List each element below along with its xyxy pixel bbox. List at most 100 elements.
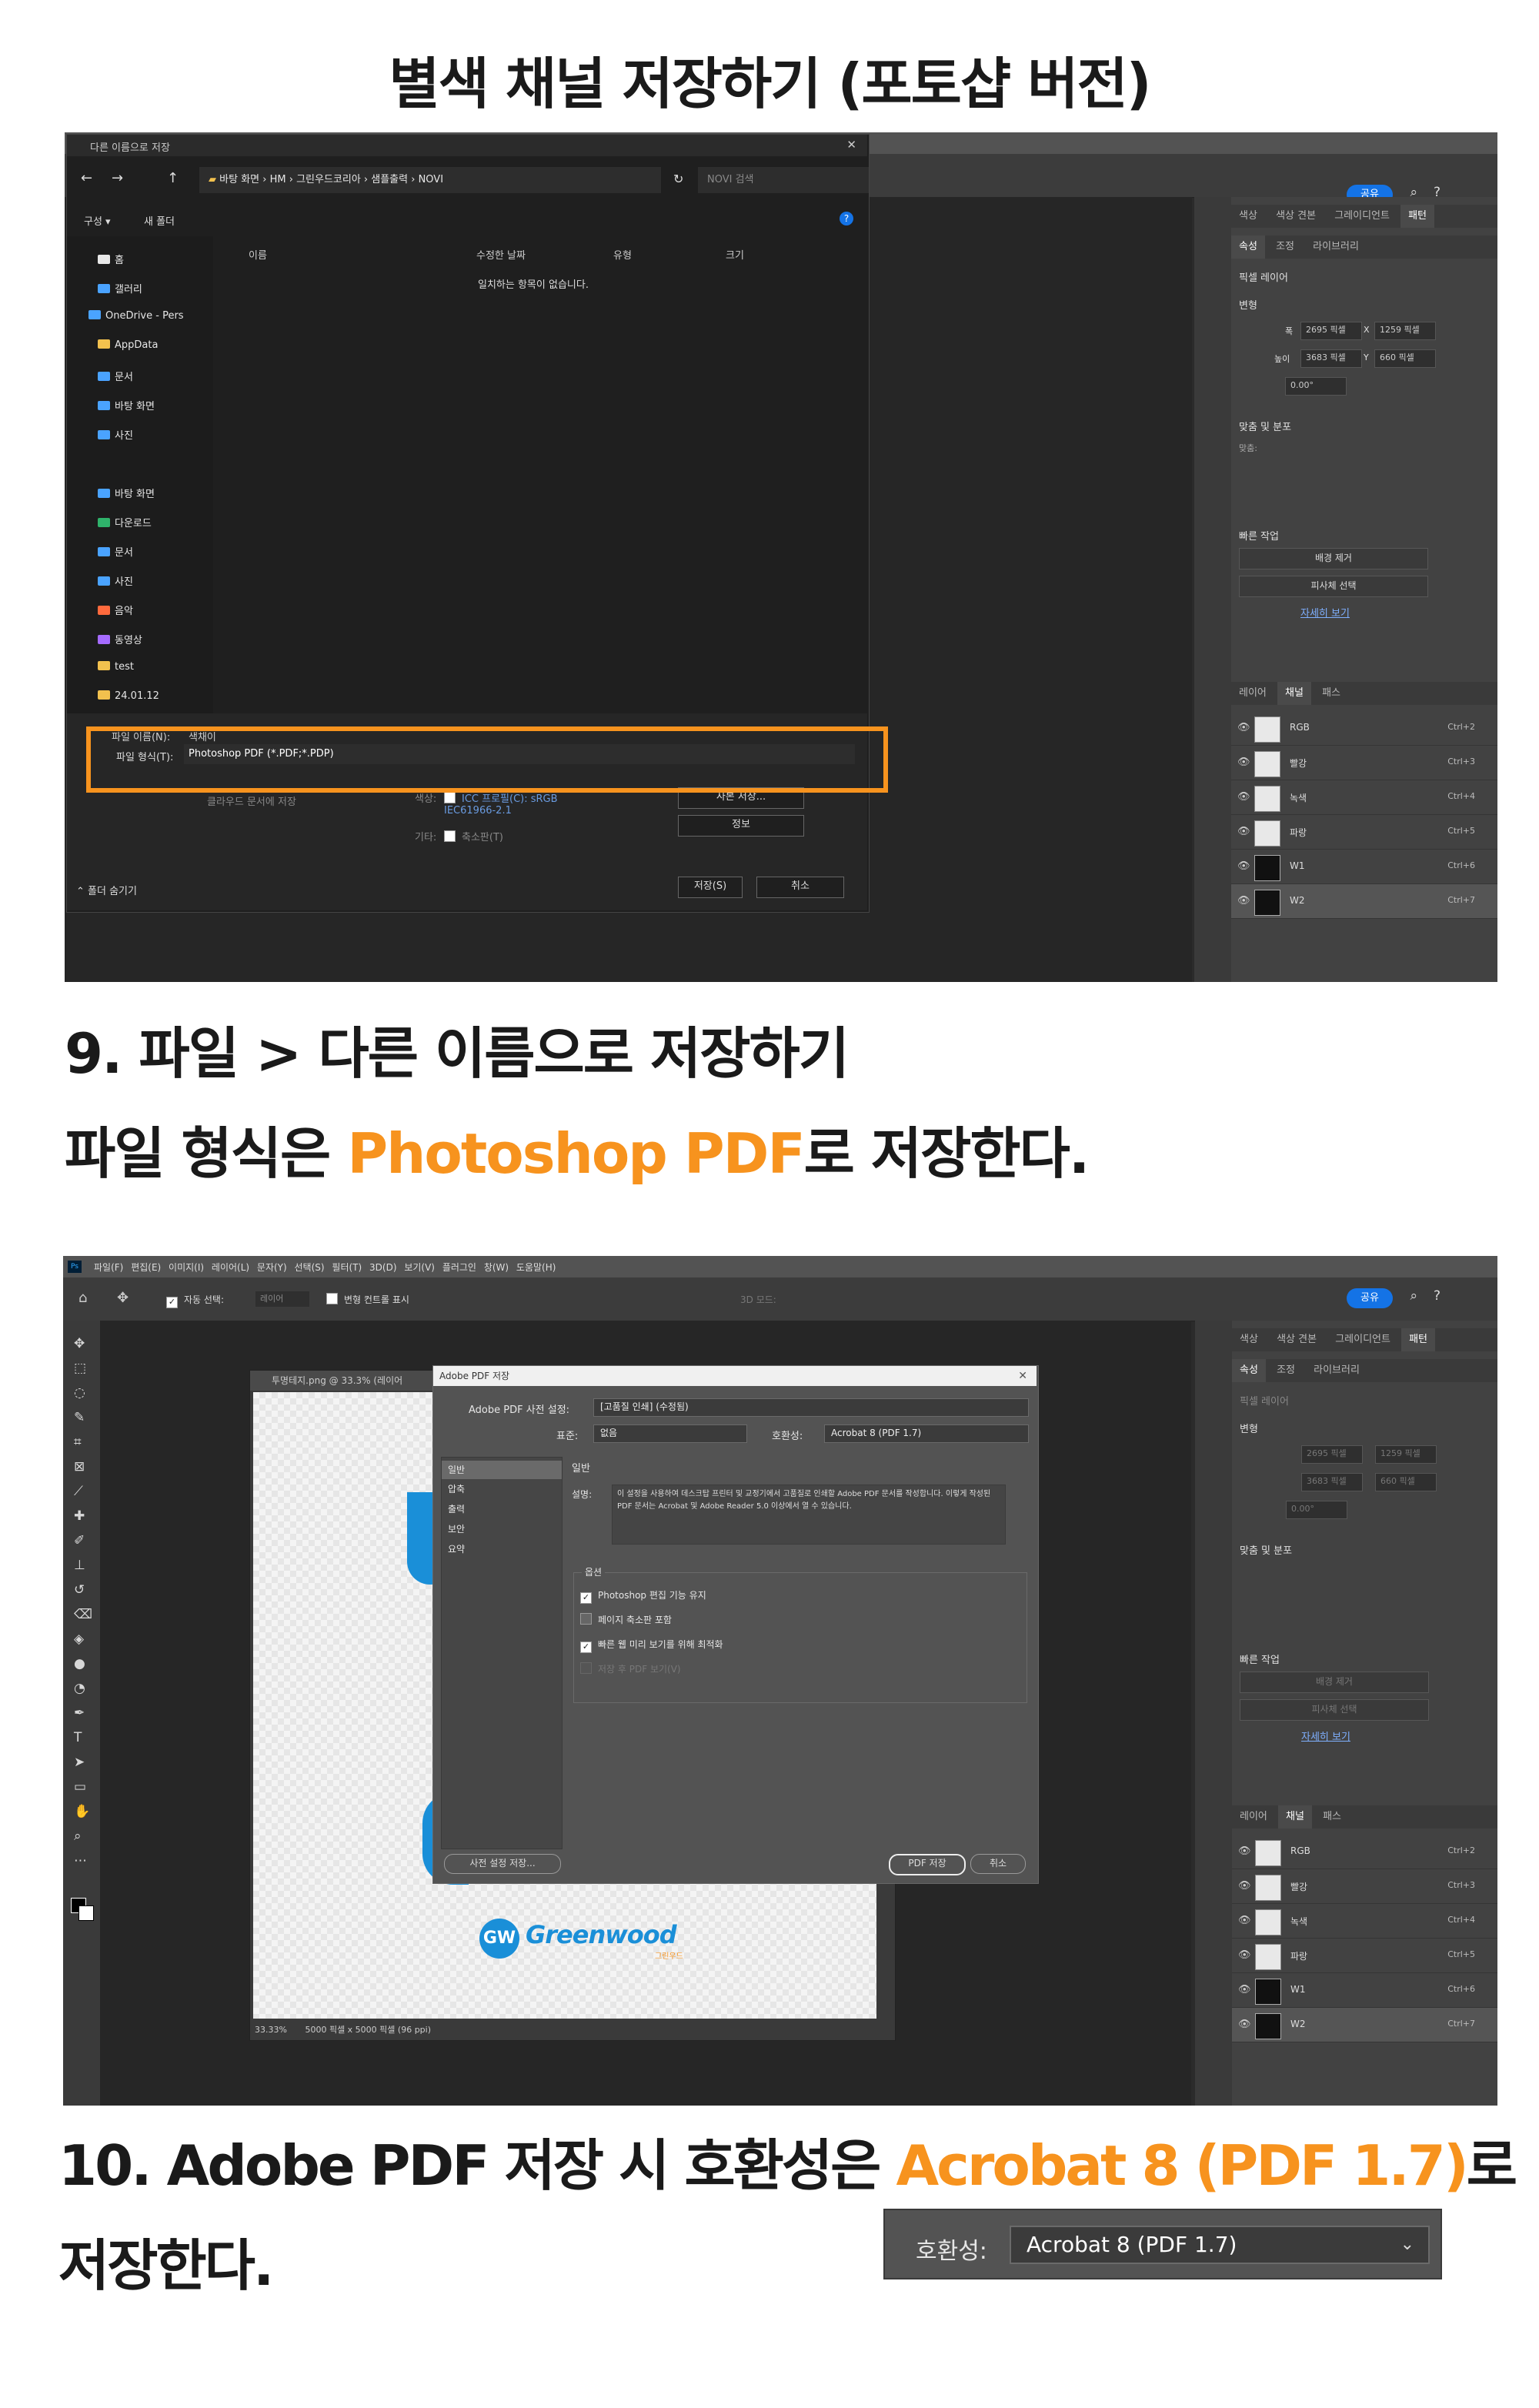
- move-tool-icon[interactable]: ✥: [74, 1336, 85, 1351]
- column-header[interactable]: 수정한 날짜: [476, 247, 526, 262]
- channel-row[interactable]: 👁 RGB Ctrl+2: [1232, 1835, 1497, 1869]
- layer-dropdown[interactable]: 레이어: [255, 1291, 309, 1307]
- breadcrumb-item[interactable]: HM: [270, 174, 286, 185]
- tab-pattern[interactable]: 패턴: [1401, 1328, 1436, 1351]
- tab-layers[interactable]: 레이어: [1231, 682, 1274, 705]
- forward-icon[interactable]: →: [112, 170, 123, 186]
- category-item[interactable]: 요약: [448, 1542, 465, 1555]
- share-button[interactable]: 공유: [1347, 1288, 1393, 1308]
- optimize-web-checkbox[interactable]: ✓ 빠른 웹 미리 보기를 위해 최적화: [580, 1638, 723, 1653]
- transform-controls-checkbox[interactable]: 변형 컨트롤 표시: [326, 1293, 409, 1306]
- channel-row[interactable]: 👁 빨강 Ctrl+3: [1231, 746, 1497, 780]
- y-field[interactable]: 660 픽셀: [1375, 1473, 1437, 1491]
- align-header[interactable]: 맞춤 및 분포: [1239, 419, 1291, 433]
- eye-icon[interactable]: 👁: [1237, 826, 1250, 837]
- height-field[interactable]: 3683 픽셀: [1301, 1473, 1363, 1491]
- nav-item[interactable]: 바탕 화면: [98, 486, 155, 500]
- callout-select[interactable]: Acrobat 8 (PDF 1.7) ⌄: [1010, 2226, 1430, 2264]
- eye-icon[interactable]: 👁: [1238, 1845, 1251, 1857]
- column-header[interactable]: 크기: [726, 247, 744, 262]
- menu-item[interactable]: 레이어(L): [212, 1262, 249, 1273]
- tab-channels[interactable]: 채널: [1278, 1805, 1312, 1829]
- tab-adjustments[interactable]: 조정: [1269, 1359, 1303, 1382]
- channel-row[interactable]: 👁 W2 Ctrl+7: [1232, 2008, 1497, 2042]
- angle-field[interactable]: 0.00°: [1286, 1501, 1347, 1519]
- transform-header[interactable]: 변형: [1239, 297, 1257, 312]
- nav-item[interactable]: 사진: [98, 573, 133, 588]
- menu-item[interactable]: 3D(D): [369, 1262, 396, 1273]
- nav-item[interactable]: 홈: [98, 252, 124, 266]
- help-icon[interactable]: ?: [840, 212, 853, 225]
- breadcrumb[interactable]: ▰ 바탕 화면 › HM › 그린우드코리아 › 샘플출력 › NOVI: [199, 167, 661, 193]
- nav-item[interactable]: 바탕 화면: [98, 398, 155, 412]
- hand-tool-icon[interactable]: ✋: [74, 1804, 90, 1819]
- channel-row[interactable]: 👁 빨강 Ctrl+3: [1232, 1869, 1497, 1904]
- channel-row[interactable]: 👁 W2 Ctrl+7: [1231, 884, 1497, 919]
- cloud-save-link[interactable]: 클라우드 문서에 저장: [207, 793, 296, 808]
- eye-icon[interactable]: 👁: [1237, 756, 1250, 768]
- breadcrumb-item[interactable]: 바탕 화면: [219, 174, 259, 185]
- dodge-tool-icon[interactable]: ◔: [74, 1681, 85, 1696]
- quick-select-tool-icon[interactable]: ✎: [74, 1410, 85, 1425]
- brush-tool-icon[interactable]: ✐: [74, 1533, 85, 1548]
- tab-libraries[interactable]: 라이브러리: [1305, 235, 1367, 259]
- home-icon[interactable]: ⌂: [78, 1290, 87, 1306]
- save-button[interactable]: 저장(S): [678, 877, 743, 898]
- lasso-tool-icon[interactable]: ◌: [74, 1385, 85, 1401]
- tab-adjustments[interactable]: 조정: [1268, 235, 1302, 259]
- nav-item[interactable]: 문서: [98, 369, 133, 383]
- category-item[interactable]: 출력: [448, 1502, 465, 1515]
- select-subject-button[interactable]: 피사체 선택: [1239, 576, 1428, 597]
- stamp-tool-icon[interactable]: ⊥: [74, 1558, 85, 1573]
- nav-item[interactable]: 24.01.12: [98, 690, 159, 702]
- angle-field[interactable]: 0.00°: [1285, 377, 1347, 396]
- preset-select[interactable]: [고품질 인쇄] (수정됨): [593, 1398, 1029, 1417]
- more-tools-icon[interactable]: ⋯: [74, 1853, 87, 1869]
- remove-background-button[interactable]: 배경 제거: [1239, 548, 1428, 569]
- breadcrumb-item[interactable]: 그린우드코리아: [296, 174, 361, 185]
- tab-libraries[interactable]: 라이브러리: [1306, 1359, 1367, 1382]
- learn-more-link[interactable]: 자세히 보기: [1301, 1728, 1350, 1743]
- back-icon[interactable]: ←: [81, 170, 92, 186]
- organize-button[interactable]: 구성 ▾: [84, 213, 111, 228]
- transform-header[interactable]: 변형: [1240, 1421, 1258, 1435]
- blur-tool-icon[interactable]: ●: [74, 1656, 85, 1672]
- type-tool-icon[interactable]: T: [74, 1730, 82, 1745]
- eye-icon[interactable]: 👁: [1238, 2019, 1251, 2030]
- zoom-tool-icon[interactable]: ⌕: [74, 1829, 82, 1844]
- menu-item[interactable]: 선택(S): [295, 1262, 325, 1273]
- x-field[interactable]: 1259 픽셀: [1374, 322, 1436, 340]
- healing-tool-icon[interactable]: ✚: [74, 1508, 85, 1524]
- menu-item[interactable]: 플러그인: [442, 1262, 476, 1273]
- standard-select[interactable]: 없음: [593, 1424, 747, 1443]
- tab-properties[interactable]: 속성: [1231, 235, 1265, 259]
- channel-row[interactable]: 👁 녹색 Ctrl+4: [1232, 1904, 1497, 1939]
- eye-icon[interactable]: 👁: [1238, 1984, 1251, 1996]
- menu-item[interactable]: 도움말(H): [516, 1262, 556, 1273]
- eye-icon[interactable]: 👁: [1237, 860, 1250, 872]
- frame-tool-icon[interactable]: ⊠: [74, 1459, 85, 1475]
- width-field[interactable]: 2695 픽셀: [1300, 322, 1362, 340]
- view-pdf-checkbox[interactable]: 저장 후 PDF 보기(V): [580, 1662, 681, 1675]
- new-folder-button[interactable]: 새 폴더: [144, 213, 175, 228]
- tab-swatches[interactable]: 색상 견본: [1268, 205, 1324, 228]
- zoom-level[interactable]: 33.33%: [255, 2025, 287, 2035]
- eye-icon[interactable]: 👁: [1238, 1915, 1251, 1926]
- tab-pattern[interactable]: 패턴: [1400, 205, 1435, 228]
- eraser-tool-icon[interactable]: ⌫: [74, 1607, 92, 1622]
- move-tool-icon[interactable]: ✥: [117, 1290, 129, 1306]
- hide-folders-toggle[interactable]: ⌃ 폴더 숨기기: [76, 883, 137, 897]
- eye-icon[interactable]: 👁: [1237, 791, 1250, 803]
- cancel-button[interactable]: 취소: [756, 877, 844, 898]
- search-input[interactable]: NOVI 검색: [698, 167, 869, 193]
- refresh-icon[interactable]: ↻: [673, 172, 683, 186]
- category-item[interactable]: 보안: [448, 1522, 465, 1535]
- channel-row[interactable]: 👁 파랑 Ctrl+5: [1232, 1939, 1497, 1973]
- learn-more-link[interactable]: 자세히 보기: [1300, 605, 1350, 620]
- tab-color[interactable]: 색상: [1232, 1328, 1266, 1351]
- channel-row[interactable]: 👁 녹색 Ctrl+4: [1231, 780, 1497, 815]
- y-field[interactable]: 660 픽셀: [1374, 349, 1436, 368]
- eye-icon[interactable]: 👁: [1238, 1949, 1251, 1961]
- channel-row[interactable]: 👁 RGB Ctrl+2: [1231, 711, 1497, 746]
- pen-tool-icon[interactable]: ✒: [74, 1705, 85, 1721]
